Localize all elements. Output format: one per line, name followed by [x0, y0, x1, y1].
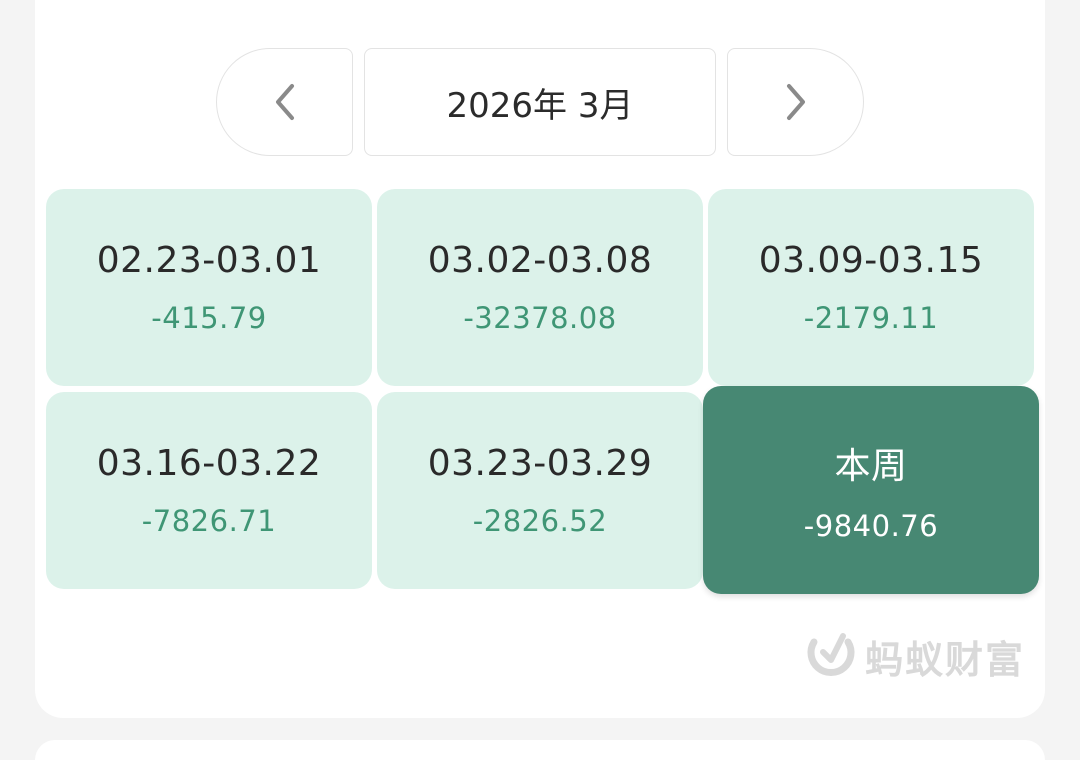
week-cell-current[interactable]: 本周 -9840.76: [703, 386, 1039, 594]
week-amount: -32378.08: [463, 301, 617, 335]
week-cell-5[interactable]: 03.23-03.29 -2826.52: [377, 392, 703, 589]
month-selector[interactable]: 2026年 3月: [364, 48, 716, 156]
week-cell-3[interactable]: 03.09-03.15 -2179.11: [708, 189, 1034, 386]
week-cell-2[interactable]: 03.02-03.08 -32378.08: [377, 189, 703, 386]
week-amount: -2826.52: [472, 504, 608, 538]
week-amount: -2179.11: [803, 301, 939, 335]
prev-month-button[interactable]: [216, 48, 353, 156]
month-label: 2026年 3月: [446, 85, 634, 126]
next-month-button[interactable]: [727, 48, 864, 156]
week-amount: -415.79: [151, 301, 267, 335]
chevron-left-icon: [275, 84, 294, 120]
week-cell-1[interactable]: 02.23-03.01 -415.79: [46, 189, 372, 386]
ant-fortune-watermark: 蚂蚁财富: [805, 628, 1025, 684]
week-range: 03.16-03.22: [96, 443, 322, 484]
watermark-text: 蚂蚁财富: [865, 637, 1026, 682]
week-range: 02.23-03.01: [96, 240, 322, 281]
next-card-edge: [35, 740, 1045, 760]
week-amount: -9840.76: [803, 509, 939, 543]
week-amount: -7826.71: [141, 504, 277, 538]
chevron-right-icon: [786, 84, 805, 120]
weekly-summary-card: 2026年 3月 02.23-03.01 -415.79 03.02-03.08…: [35, 0, 1045, 718]
week-range: 03.02-03.08: [427, 240, 653, 281]
week-range: 03.09-03.15: [758, 240, 984, 281]
week-range: 本周: [834, 446, 908, 487]
week-range: 03.23-03.29: [427, 443, 653, 484]
ant-fortune-logo-icon: [807, 633, 855, 676]
week-cell-4[interactable]: 03.16-03.22 -7826.71: [46, 392, 372, 589]
